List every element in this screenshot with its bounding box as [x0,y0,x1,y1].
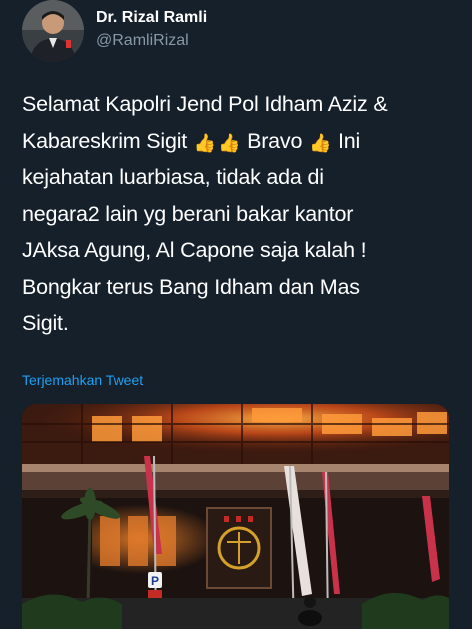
tweet-text: Selamat Kapolri Jend Pol Idham Aziz & Ka… [22,86,467,342]
tweet-text-segment: Bravo [247,128,303,153]
user-handle[interactable]: @RamliRizal [96,32,189,50]
thumbs-up-icon: 👍 [193,132,217,153]
tweet-line: Bongkar terus Bang Idham dan Mas [22,274,360,299]
avatar[interactable] [22,0,84,62]
tweet: Dr. Rizal Ramli @RamliRizal Selamat Kapo… [0,0,472,629]
display-name[interactable]: Dr. Rizal Ramli [96,9,207,27]
tweet-text-segment: Kabareskrim Sigit [22,128,188,153]
thumbs-up-icon: 👍 [309,132,332,153]
thumbs-up-icon: 👍 [218,132,241,153]
tweet-text-segment: Ini [338,128,361,153]
parking-sign-letter: P [151,574,159,588]
tweet-line: negara2 lain yg berani bakar kantor [22,201,354,226]
burning-building-photo: P [22,404,449,629]
tweet-media-image[interactable]: P [22,404,449,629]
tweet-line: Kabareskrim Sigit 👍 👍 Bravo 👍 Ini [22,123,467,160]
tweet-line: Sigit. [22,311,69,335]
translate-tweet-link[interactable]: Terjemahkan Tweet [22,372,143,388]
tweet-line: JAksa Agung, Al Capone saja kalah ! [22,238,367,262]
tweet-line: kejahatan luarbiasa, tidak ada di [22,165,324,189]
tweet-line: Selamat Kapolri Jend Pol Idham Aziz & [22,92,388,116]
avatar-image [22,0,84,62]
